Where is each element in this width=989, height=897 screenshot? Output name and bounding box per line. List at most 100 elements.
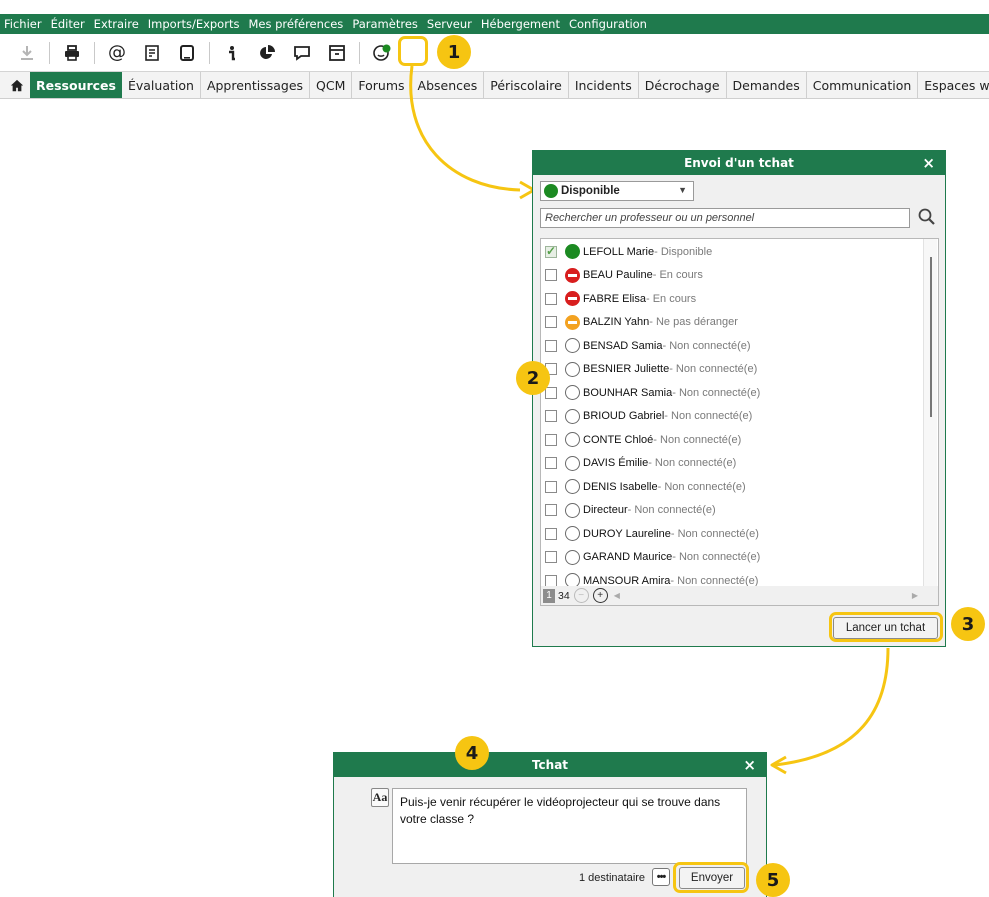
menu-item[interactable]: Serveur bbox=[427, 17, 472, 31]
scroll-right-icon[interactable]: ▶ bbox=[912, 591, 918, 600]
text-format-icon[interactable]: Aa bbox=[371, 788, 389, 807]
menu-item[interactable]: Configuration bbox=[569, 17, 647, 31]
person-status: - Non connecté(e) bbox=[657, 480, 746, 493]
person-status: - Non connecté(e) bbox=[627, 504, 716, 517]
list-item[interactable]: FABRE Elisa - En cours bbox=[541, 287, 938, 311]
info-icon[interactable] bbox=[219, 40, 245, 66]
list-item[interactable]: DAVIS Émilie - Non connecté(e) bbox=[541, 452, 938, 476]
page-number[interactable]: 1 bbox=[543, 588, 555, 603]
offline-status-icon bbox=[565, 385, 580, 401]
menu-item[interactable]: Fichier bbox=[4, 17, 42, 31]
search-icon[interactable] bbox=[917, 206, 937, 228]
person-name: FABRE Elisa bbox=[583, 292, 646, 305]
available-status-icon bbox=[565, 244, 580, 260]
list-item[interactable]: BRIOUD Gabriel - Non connecté(e) bbox=[541, 405, 938, 429]
download-icon[interactable] bbox=[14, 40, 40, 66]
list-item[interactable]: GARAND Maurice - Non connecté(e) bbox=[541, 546, 938, 570]
offline-status-icon bbox=[565, 549, 580, 565]
list-item[interactable]: BOUNHAR Samia - Non connecté(e) bbox=[541, 381, 938, 405]
recipient-checkbox[interactable] bbox=[545, 269, 557, 282]
menu-item[interactable]: Paramètres bbox=[352, 17, 418, 31]
recipient-checkbox[interactable] bbox=[545, 292, 557, 305]
list-item[interactable]: DENIS Isabelle - Non connecté(e) bbox=[541, 475, 938, 499]
close-button[interactable]: × bbox=[743, 756, 756, 774]
person-status: - Non connecté(e) bbox=[653, 433, 742, 446]
document-icon[interactable] bbox=[139, 40, 165, 66]
list-item[interactable]: DUROY Laureline - Non connecté(e) bbox=[541, 522, 938, 546]
close-button[interactable]: × bbox=[922, 154, 935, 172]
list-item[interactable]: LEFOLL Marie - Disponible bbox=[541, 240, 938, 264]
tab-item[interactable]: Absences bbox=[412, 72, 485, 98]
person-name: LEFOLL Marie bbox=[583, 245, 655, 258]
person-name: BEAU Pauline bbox=[583, 269, 653, 282]
tab-item[interactable]: Décrochage bbox=[639, 72, 727, 98]
list-item[interactable]: BESNIER Juliette - Non connecté(e) bbox=[541, 358, 938, 382]
list-item[interactable]: BALZIN Yahn - Ne pas déranger bbox=[541, 311, 938, 335]
menu-item[interactable]: Hébergement bbox=[481, 17, 560, 31]
list-pager: 1 34 − + ◀ ▶ bbox=[540, 586, 939, 606]
vertical-scrollbar[interactable] bbox=[923, 239, 937, 587]
search-input[interactable]: Rechercher un professeur ou un personnel bbox=[540, 208, 910, 228]
menu-item[interactable]: Extraire bbox=[94, 17, 139, 31]
callout-badge-5: 5 bbox=[756, 863, 790, 897]
pie-chart-icon[interactable] bbox=[254, 40, 280, 66]
person-status: - Disponible bbox=[654, 245, 713, 258]
zoom-in-icon[interactable]: + bbox=[592, 588, 608, 603]
menu-item[interactable]: Imports/Exports bbox=[148, 17, 240, 31]
list-item[interactable]: Directeur - Non connecté(e) bbox=[541, 499, 938, 523]
list-item[interactable]: BENSAD Samia - Non connecté(e) bbox=[541, 334, 938, 358]
tab-item[interactable]: Communication bbox=[807, 72, 919, 98]
chat-bubble-icon[interactable] bbox=[289, 40, 315, 66]
recipient-checkbox[interactable] bbox=[545, 339, 557, 352]
recipient-checkbox[interactable] bbox=[545, 433, 557, 446]
tab-item[interactable]: Évaluation bbox=[122, 72, 201, 98]
person-status: - Non connecté(e) bbox=[664, 410, 753, 423]
recipient-checkbox[interactable] bbox=[545, 574, 557, 587]
recipient-checkbox[interactable] bbox=[545, 386, 557, 399]
window-icon[interactable] bbox=[324, 40, 350, 66]
dialog-title: Tchat bbox=[531, 758, 569, 772]
tab-item[interactable]: Ressources bbox=[30, 72, 122, 98]
recipient-checkbox[interactable] bbox=[545, 410, 557, 423]
toolbar-separator bbox=[209, 41, 210, 64]
menu-item[interactable]: Mes préférences bbox=[248, 17, 343, 31]
recipient-checkbox[interactable] bbox=[545, 551, 557, 564]
scrollbar-thumb[interactable] bbox=[930, 257, 932, 417]
recipient-checkbox[interactable] bbox=[545, 527, 557, 540]
tab-bar: Ressources Évaluation Apprentissages QCM For… bbox=[0, 72, 989, 99]
tab-item[interactable]: QCM bbox=[310, 72, 353, 98]
person-name: DUROY Laureline bbox=[583, 527, 671, 540]
tab-item[interactable]: Incidents bbox=[569, 72, 639, 98]
tab-item[interactable]: Demandes bbox=[727, 72, 807, 98]
recipient-checkbox[interactable] bbox=[545, 244, 557, 258]
list-item[interactable]: BEAU Pauline - En cours bbox=[541, 264, 938, 288]
menu-item[interactable]: Éditer bbox=[51, 17, 85, 31]
recipient-checkbox[interactable] bbox=[545, 504, 557, 517]
scroll-left-icon[interactable]: ◀ bbox=[614, 591, 620, 600]
person-name: DAVIS Émilie bbox=[583, 457, 649, 470]
callout-badge-3: 3 bbox=[951, 607, 985, 641]
recipient-checkbox[interactable] bbox=[545, 457, 557, 470]
chevron-down-icon: ▼ bbox=[678, 185, 687, 195]
tab-item[interactable]: Périscolaire bbox=[484, 72, 569, 98]
page-total: 34 bbox=[558, 589, 570, 602]
print-icon[interactable] bbox=[59, 40, 85, 66]
callout-badge-1: 1 bbox=[437, 35, 471, 69]
offline-status-icon bbox=[565, 479, 580, 495]
recipient-checkbox[interactable] bbox=[545, 480, 557, 493]
tab-item[interactable]: Espaces web bbox=[918, 72, 989, 98]
chat-status-icon[interactable] bbox=[369, 40, 395, 66]
status-dropdown[interactable]: Disponible ▼ bbox=[540, 181, 694, 201]
more-button[interactable]: ••• bbox=[652, 868, 670, 886]
message-textarea[interactable]: Puis-je venir récupérer le vidéoprojecte… bbox=[392, 788, 747, 864]
tab-item[interactable]: Forums bbox=[352, 72, 412, 98]
at-icon[interactable]: @ bbox=[104, 40, 130, 66]
busy-status-icon bbox=[565, 267, 580, 283]
tablet-icon[interactable] bbox=[174, 40, 200, 66]
person-name: Directeur bbox=[583, 504, 628, 517]
list-item[interactable]: CONTE Chloé - Non connecté(e) bbox=[541, 428, 938, 452]
zoom-out-icon[interactable]: − bbox=[573, 588, 589, 603]
home-icon[interactable] bbox=[0, 78, 24, 93]
recipient-checkbox[interactable] bbox=[545, 316, 557, 329]
tab-item[interactable]: Apprentissages bbox=[201, 72, 311, 98]
